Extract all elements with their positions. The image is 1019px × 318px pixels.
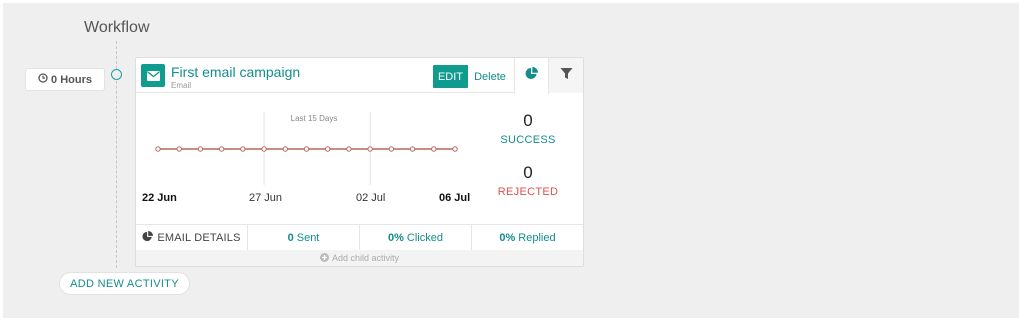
success-count: 0 [523,111,533,130]
data-point[interactable] [388,146,395,152]
delay-label: 0 Hours [51,73,92,86]
filter-icon [560,67,573,85]
pie-chart-icon [525,67,538,85]
data-point[interactable] [367,146,373,152]
data-point[interactable] [240,146,246,152]
workflow-title: Workflow [84,19,150,36]
campaign-type: Email [171,81,192,90]
add-child-label: Add child activity [331,253,400,263]
x-tick-label: 06 Jul [439,192,471,204]
data-point[interactable] [197,146,204,152]
replied-value: 0% [499,232,516,244]
data-point[interactable] [176,146,182,152]
delete-button[interactable]: Delete [472,65,508,88]
data-point[interactable] [431,146,437,152]
add-child-activity-button[interactable]: Add child activity [136,250,583,266]
add-new-activity-button[interactable]: ADD NEW ACTIVITY [59,272,190,295]
sent-value: 0 [287,232,294,244]
email-details-tab[interactable]: EMAIL DETAILS [136,225,248,251]
data-point[interactable] [325,146,331,152]
email-details-bar: EMAIL DETAILS 0 Sent 0% Clicked 0% Repli… [136,224,583,251]
replied-label: Replied [518,232,556,244]
card-header: First email campaign Email EDIT Delete [136,58,583,94]
sent-stat[interactable]: 0 Sent [248,225,360,251]
clicked-label: Clicked [406,232,443,244]
clicked-value: 0% [388,232,404,244]
success-label: SUCCESS [500,134,556,146]
x-tick-label: 22 Jun [142,192,177,204]
tab-stats[interactable] [514,58,549,94]
campaign-card: First email campaign Email EDIT Delete L… [135,57,584,267]
rejected-label: REJECTED [497,186,559,198]
workflow-canvas: Workflow 0 Hours First email campaign Em… [3,3,1019,318]
data-point[interactable] [452,146,458,152]
pie-chart-icon [142,231,157,245]
data-point[interactable] [155,146,161,152]
plus-circle-icon [319,252,329,264]
rejected-count: 0 [523,163,533,182]
timeline-node [111,69,122,80]
campaign-name[interactable]: First email campaign [171,64,300,80]
sent-label: Sent [296,232,320,244]
replied-stat[interactable]: 0% Replied [472,225,583,251]
clock-icon [38,73,48,86]
x-tick-label: 27 Jun [249,192,283,204]
activity-chart: Last 15 Days 22 Jun 27 Jun 02 Jul 06 Jul [136,94,481,225]
data-point[interactable] [409,146,416,152]
edit-button[interactable]: EDIT [433,65,468,88]
data-point[interactable] [218,146,225,152]
data-point[interactable] [261,146,267,152]
tab-filter[interactable] [549,58,583,93]
email-details-label: EMAIL DETAILS [157,232,241,244]
data-point[interactable] [303,146,310,152]
x-tick-label: 02 Jul [356,192,386,204]
chart-subtitle: Last 15 Days [290,114,338,123]
clicked-stat[interactable]: 0% Clicked [360,225,472,251]
data-point[interactable] [282,146,288,152]
envelope-icon [141,64,165,87]
delay-button[interactable]: 0 Hours [25,68,105,91]
data-point[interactable] [346,146,352,152]
